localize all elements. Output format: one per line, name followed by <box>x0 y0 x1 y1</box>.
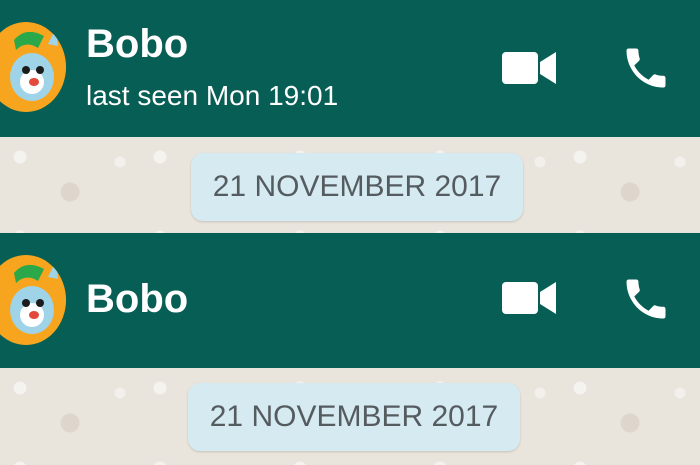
date-separator: 21 NOVEMBER 2017 <box>191 153 523 221</box>
last-seen-status: last seen Mon 19:01 <box>86 80 339 111</box>
chat-header: Bobo last seen Mon 19:01 <box>0 0 700 137</box>
video-call-icon[interactable] <box>502 278 558 318</box>
contact-name[interactable]: Bobo <box>86 22 188 67</box>
video-call-icon[interactable] <box>502 48 558 88</box>
avatar[interactable] <box>0 255 66 345</box>
chat-header: Bobo <box>0 233 700 368</box>
contact-name[interactable]: Bobo <box>86 277 188 322</box>
date-separator: 21 NOVEMBER 2017 <box>188 383 520 451</box>
avatar[interactable] <box>0 22 66 112</box>
phone-call-icon[interactable] <box>620 42 672 94</box>
phone-call-icon[interactable] <box>620 273 672 325</box>
